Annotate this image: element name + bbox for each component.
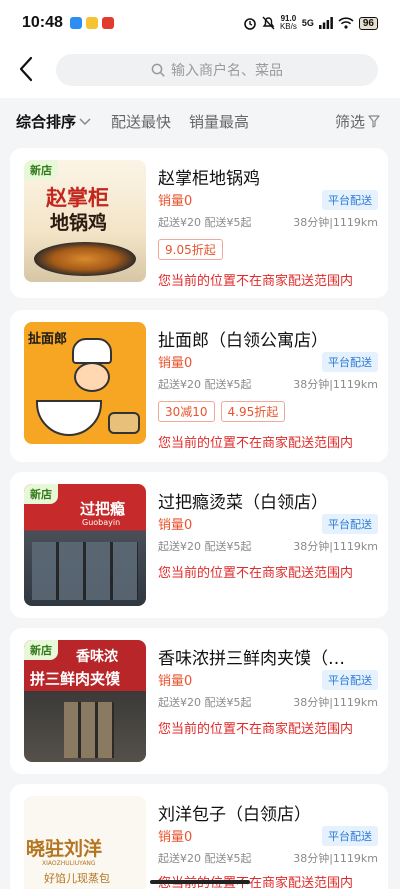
eta-distance: 38分钟|1119km [293,378,378,391]
out-of-range-warning: 您当前的位置不在商家配送范围内 [158,566,354,581]
search-placeholder: 输入商户名、菜品 [171,63,283,79]
sales-count: 销量0 [158,356,193,371]
shop-name: 赵掌柜地锅鸡 [158,169,260,189]
shop-card[interactable]: 新店 过把瘾 Guobayin 过把瘾烫菜（白领店） 销量0 平台配送 起送¥2… [10,472,388,618]
sales-count: 销量0 [158,830,193,845]
fee-info: 起送¥20 配送¥5起 [158,378,252,391]
thumb-brand-text: 扯面郎 [28,332,68,347]
signal-label: 5G [301,18,314,28]
sort-top-sales[interactable]: 销量最高 [189,111,249,132]
fee-info: 起送¥20 配送¥5起 [158,696,252,709]
thumb-brand-text: 香味浓 [76,649,118,665]
new-shop-tag: 新店 [24,640,58,660]
shop-thumbnail: 新店 香味浓 拼三鲜肉夹馍 [24,640,146,762]
sort-top-sales-label: 销量最高 [189,113,250,131]
shop-thumbnail: 新店 赵掌柜 地锅鸡 [24,160,146,282]
delivery-badge: 平台配送 [322,670,378,690]
shop-name: 刘洋包子（白领店） [158,805,311,825]
sales-count: 销量0 [158,518,193,533]
shop-card[interactable]: 新店 香味浓 拼三鲜肉夹馍 香味浓拼三鲜肉夹馍（… 销量0 平台配送 起送¥20… [10,628,388,774]
shop-thumbnail: 新店 过把瘾 Guobayin [24,484,146,606]
chef-face-image [74,362,110,392]
fee-info: 起送¥20 配送¥5起 [158,852,252,865]
promo-tag: 9.05折起 [158,239,223,260]
eta-distance: 38分钟|1119km [293,540,378,553]
thumb-brand-text: XIAOZHULIUYANG [42,860,96,867]
home-indicator[interactable] [150,880,250,884]
thumb-brand-text: 拼三鲜肉夹馍 [30,670,121,688]
back-button[interactable] [12,54,40,84]
promo-tag: 30减10 [158,401,215,422]
shop-thumbnail: 扯面郎 [24,322,146,444]
new-shop-tag: 新店 [24,160,58,180]
filter-button[interactable]: 筛选 [335,111,380,132]
eta-distance: 38分钟|1119km [293,852,378,865]
sort-composite-label: 综合排序 [16,113,77,131]
search-input[interactable]: 输入商户名、菜品 [56,54,378,86]
shop-card[interactable]: 扯面郎 扯面郎（白领公寓店） 销量0 平台配送 起送¥20 配送¥5起 38分钟… [10,310,388,462]
sales-count: 销量0 [158,194,193,209]
sort-bar: 综合排序 配送最快 销量最高 筛选 [0,98,400,142]
promo-list: 30减10 4.95折起 [158,401,286,422]
out-of-range-warning: 您当前的位置不在商家配送范围内 [158,722,354,737]
out-of-range-warning: 您当前的位置不在商家配送范围内 [158,274,354,289]
sort-composite-dropdown[interactable]: 综合排序 [16,111,91,132]
wok-image [34,242,136,276]
sort-fastest-label: 配送最快 [111,113,172,131]
delivery-badge: 平台配送 [322,190,378,210]
mute-bell-icon [262,16,275,30]
thumb-brand-text: 好馅儿现蒸包 [44,872,110,885]
search-header: 输入商户名、菜品 [0,46,400,98]
eta-distance: 38分钟|1119km [293,216,378,229]
app-notification-icon [86,17,98,29]
storefront-windows-image [32,542,138,600]
signal-bars-icon [318,17,333,29]
app-notification-icon [70,17,82,29]
wifi-icon [338,17,354,29]
status-bar: 10:48 91.0 KB/s 5G 96 [0,0,400,46]
alarm-icon [244,18,256,30]
delivery-badge: 平台配送 [322,514,378,534]
eta-distance: 38分钟|1119km [293,696,378,709]
steamer-image [108,412,140,434]
storefront-door-image [64,702,114,758]
delivery-badge: 平台配送 [322,826,378,846]
shop-name: 扯面郎（白领公寓店） [158,331,328,351]
chevron-down-icon [79,117,91,125]
promo-list: 9.05折起 [158,239,223,260]
thumb-brand-text: 晓驻刘洋 [26,838,103,860]
shop-card[interactable]: 新店 赵掌柜 地锅鸡 赵掌柜地锅鸡 销量0 平台配送 起送¥20 配送¥5起 3… [10,148,388,298]
status-app-icons [70,17,114,29]
noodle-bowl-image [36,400,102,436]
chef-hat-image [72,338,112,364]
shop-name: 香味浓拼三鲜肉夹馍（… [158,649,345,669]
battery-indicator: 96 [358,16,378,30]
thumb-brand-text: Guobayin [82,518,121,527]
status-indicators: 91.0 KB/s 5G 96 [243,15,378,31]
thumb-brand-text: 过把瘾 [80,500,126,518]
shop-thumbnail: 晓驻刘洋 XIAOZHULIUYANG 好馅儿现蒸包 [24,796,146,889]
promo-tag: 4.95折起 [220,401,286,422]
app-notification-icon [102,17,114,29]
funnel-icon [368,115,380,128]
thumb-brand-text: 地锅鸡 [50,212,108,234]
delivery-badge: 平台配送 [322,352,378,372]
shop-card[interactable]: 晓驻刘洋 XIAOZHULIUYANG 好馅儿现蒸包 刘洋包子（白领店） 销量0… [10,784,388,889]
net-speed: 91.0 KB/s [279,14,297,31]
filter-label: 筛选 [335,113,366,131]
fee-info: 起送¥20 配送¥5起 [158,540,252,553]
search-icon [151,63,165,77]
shop-name: 过把瘾烫菜（白领店） [158,493,328,513]
status-time: 10:48 [22,14,63,31]
fee-info: 起送¥20 配送¥5起 [158,216,252,229]
chevron-left-icon [19,56,33,82]
sales-count: 销量0 [158,674,193,689]
sort-fastest-delivery[interactable]: 配送最快 [111,111,171,132]
new-shop-tag: 新店 [24,484,58,504]
out-of-range-warning: 您当前的位置不在商家配送范围内 [158,436,354,451]
